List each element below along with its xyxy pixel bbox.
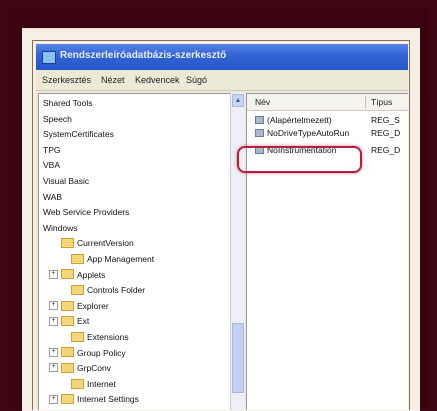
registry-editor-window: Rendszerleíróadatbázis-szerkesztő Szerke…	[36, 44, 408, 410]
value-row-nodrivetypeautorun[interactable]: NoDriveTypeAutoRun REG_D	[247, 127, 408, 139]
tree-item[interactable]: Visual Basic	[43, 175, 89, 188]
tree-item[interactable]: VBA	[43, 159, 60, 172]
menu-favorites[interactable]: Kedvencek	[135, 75, 180, 85]
tree-item-label: Extensions	[87, 332, 129, 342]
folder-icon	[71, 284, 84, 295]
value-name: (Alapértelmezett)	[267, 115, 332, 125]
tree-item[interactable]: SystemCertificates	[43, 128, 114, 141]
scroll-thumb[interactable]	[232, 323, 244, 393]
tree-item-label: CurrentVersion	[77, 238, 134, 249]
expand-plus-icon[interactable]: +	[49, 363, 58, 373]
tree-item-label: GrpConv	[77, 363, 112, 374]
tree-item-label: TPG	[43, 144, 61, 155]
values-list-pane: Név Típus (Alapértelmezett) REG_S NoDriv…	[246, 93, 408, 410]
tree-item[interactable]: Web Service Providers	[43, 206, 129, 219]
tree-item-label: Web Service Providers	[43, 207, 130, 218]
regedit-app-icon	[42, 51, 56, 64]
tree-item-label: WAB	[43, 191, 63, 202]
menu-bar: Szerkesztés Nézet Kedvencek Súgó	[36, 70, 408, 91]
expand-plus-icon[interactable]: +	[49, 269, 58, 279]
folder-icon	[61, 394, 74, 405]
window-title: Rendszerleíróadatbázis-szerkesztő	[60, 50, 227, 61]
folder-icon	[61, 238, 74, 249]
tree-item[interactable]: + Group Policy	[49, 347, 126, 360]
highlight-circle	[237, 146, 362, 173]
list-header: Név Típus	[247, 94, 408, 111]
tree-item-label: Internet	[87, 378, 116, 389]
reg-string-icon	[255, 116, 264, 124]
tree-item-label: Ext	[77, 316, 90, 327]
tree-item[interactable]: Extensions	[59, 331, 129, 344]
tree-item[interactable]: WAB	[43, 191, 62, 204]
tree-item-label: Applets	[77, 269, 106, 280]
tree-item-label: App Management	[87, 254, 155, 264]
tree-item[interactable]: + Explorer	[49, 300, 109, 313]
tree-item[interactable]: Shared Tools	[43, 97, 92, 110]
expand-plus-icon[interactable]: +	[49, 301, 58, 311]
menu-edit[interactable]: Szerkesztés	[42, 75, 91, 85]
tree-scrollbar[interactable]: ▲	[230, 93, 245, 410]
value-type: REG_D	[371, 145, 401, 155]
menu-view[interactable]: Nézet	[101, 75, 125, 85]
expand-plus-icon[interactable]: +	[49, 347, 58, 357]
expand-plus-icon[interactable]: +	[49, 316, 58, 326]
tree-item-label: Controls Folder	[87, 285, 146, 296]
scroll-up-arrow-icon[interactable]: ▲	[232, 94, 244, 107]
tree-item[interactable]: + Ext	[49, 315, 89, 328]
tree-item[interactable]: Windows	[43, 222, 77, 235]
tree-item[interactable]: + Internet Settings	[49, 393, 139, 406]
title-bar[interactable]: Rendszerleíróadatbázis-szerkesztő	[36, 44, 408, 70]
menu-help[interactable]: Súgó	[186, 75, 207, 85]
tree-item[interactable]: CurrentVersion	[49, 237, 134, 250]
column-header-name[interactable]: Név	[255, 97, 270, 107]
tree-item-label: Group Policy	[77, 347, 126, 358]
tree-item[interactable]: App Management	[59, 253, 154, 266]
tree-item-label: Shared Tools	[43, 98, 93, 108]
tree-item[interactable]: TPG	[43, 144, 60, 157]
value-type: REG_D	[371, 128, 401, 138]
value-type: REG_S	[371, 115, 400, 125]
tree-item-label: Explorer	[77, 300, 109, 311]
tree-item[interactable]: + Applets	[49, 269, 105, 282]
tree-item[interactable]: + GrpConv	[49, 362, 111, 375]
folder-icon	[61, 269, 74, 280]
expand-plus-icon[interactable]: +	[49, 394, 58, 404]
folder-icon	[61, 300, 74, 311]
folder-icon	[71, 331, 84, 342]
registry-key-tree[interactable]: Shared Tools Speech SystemCertificates TPG V…	[38, 93, 231, 410]
tree-item-label: SystemCertificates	[43, 129, 114, 140]
value-row-default[interactable]: (Alapértelmezett) REG_S	[247, 114, 408, 126]
tree-item-label: Internet Settings	[77, 394, 139, 405]
tree-item-label: Windows	[43, 222, 78, 233]
tree-item[interactable]: Internet	[59, 378, 116, 391]
folder-icon	[61, 347, 74, 358]
column-separator[interactable]	[365, 96, 366, 108]
tree-item[interactable]: Speech	[43, 113, 72, 126]
folder-icon	[71, 378, 84, 389]
tree-item[interactable]: Controls Folder	[59, 284, 145, 297]
tree-item-label: Visual Basic	[43, 176, 90, 186]
folder-icon	[61, 316, 74, 327]
tree-item-label: Speech	[43, 113, 72, 124]
folder-icon	[71, 253, 84, 264]
reg-dword-icon	[255, 129, 264, 137]
main-content: Shared Tools Speech SystemCertificates TPG V…	[36, 91, 408, 410]
folder-icon	[61, 362, 74, 373]
tree-item-label: VBA	[43, 160, 61, 171]
value-name: NoDriveTypeAutoRun	[267, 128, 350, 138]
column-header-type[interactable]: Típus	[371, 97, 392, 107]
